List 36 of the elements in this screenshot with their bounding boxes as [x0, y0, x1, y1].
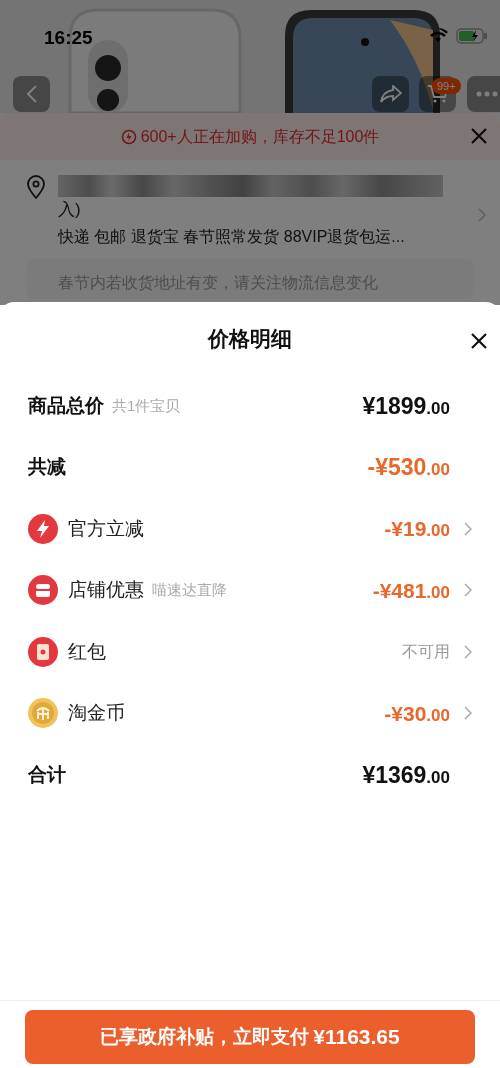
cart-badge: 99+: [432, 78, 461, 94]
price-amount: -¥19.00: [384, 516, 450, 542]
price-amount: ¥1899.00: [362, 391, 450, 421]
status-time: 16:25: [44, 26, 93, 50]
price-label: 合计: [28, 762, 66, 787]
price-amount: -¥481.00: [372, 577, 450, 604]
price-label: 官方立减: [68, 516, 144, 541]
price-note: 喵速达直降: [152, 580, 227, 600]
share-icon: [379, 85, 402, 103]
sheet-title: 价格明细: [208, 325, 292, 352]
price-label: 红包: [68, 639, 106, 664]
price-amount: -¥30.00: [384, 700, 450, 727]
coin-icon: [28, 698, 58, 729]
delivery-services: 快递 包邮 退货宝 春节照常发货 88VIP退货包运...: [58, 227, 406, 247]
price-label: 淘金币: [68, 701, 125, 725]
more-icon: [476, 91, 498, 97]
location-pin-icon: [26, 175, 46, 199]
pay-button[interactable]: 已享政府补贴，立即支付 ¥1163.65: [25, 1010, 475, 1064]
back-icon: [25, 85, 38, 103]
price-note: 共1件宝贝: [112, 395, 181, 416]
lightning-icon: [28, 513, 58, 544]
chevron-right-icon: [478, 208, 486, 222]
price-label: 店铺优惠: [68, 578, 144, 602]
wifi-icon: [428, 28, 448, 43]
status-text: 不可用: [402, 641, 450, 662]
stock-banner-text: 600+人正在加购，库存不足100件: [140, 126, 380, 147]
price-amount: -¥530.00: [367, 453, 450, 482]
envelope-icon: [28, 636, 58, 667]
price-amount: ¥1369.00: [362, 760, 450, 790]
price-label: 共减: [28, 455, 66, 479]
close-icon: [470, 332, 488, 350]
battery-icon: [456, 28, 488, 44]
shop-icon: [28, 575, 58, 606]
address-text: 入): [58, 199, 82, 221]
close-icon: [470, 127, 488, 145]
price-label: 商品总价: [28, 393, 104, 418]
